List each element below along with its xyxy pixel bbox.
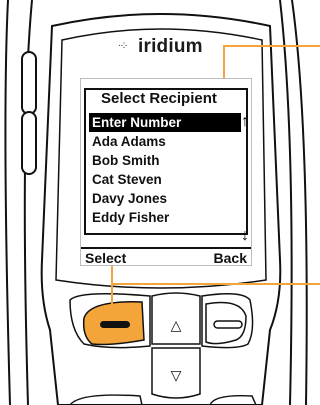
side-button-upper — [21, 51, 37, 115]
list-item[interactable]: Ada Adams — [89, 132, 241, 151]
phone-outer-left-edge — [4, 0, 11, 405]
down-key-button[interactable] — [150, 346, 202, 396]
list-item-enter-number[interactable]: Enter Number — [89, 113, 241, 132]
list-item[interactable]: Eddy Fisher — [89, 208, 241, 227]
list-item[interactable]: Davy Jones — [89, 189, 241, 208]
logo-dots: ··:· — [118, 40, 128, 51]
scroll-down-icon: ↓ — [241, 227, 249, 244]
right-softkey-button[interactable] — [202, 298, 266, 344]
recipient-list: Enter Number Ada Adams Bob Smith Cat Ste… — [89, 113, 241, 227]
list-item[interactable]: Bob Smith — [89, 151, 241, 170]
scroll-up-icon: ↑ — [241, 113, 249, 130]
iridium-logo: ··:· iridium — [118, 36, 238, 60]
softkey-bar: Select Back — [81, 247, 251, 266]
recipient-frame: Select Recipient Enter Number Ada Adams … — [84, 88, 249, 244]
phone-outer-right-edge — [291, 0, 308, 405]
softkey-label-select: Select — [85, 250, 127, 266]
screen-title: Select Recipient — [98, 90, 220, 108]
side-button-lower — [21, 111, 37, 175]
phone-screen: Select Recipient Enter Number Ada Adams … — [80, 78, 252, 266]
list-item[interactable]: Cat Steven — [89, 170, 241, 189]
logo-text: iridium — [138, 36, 203, 57]
phone-inner-right-edge — [279, 0, 293, 405]
softkey-label-back: Back — [213, 250, 247, 266]
up-key-button[interactable] — [150, 294, 202, 346]
left-softkey-button[interactable] — [84, 298, 148, 344]
